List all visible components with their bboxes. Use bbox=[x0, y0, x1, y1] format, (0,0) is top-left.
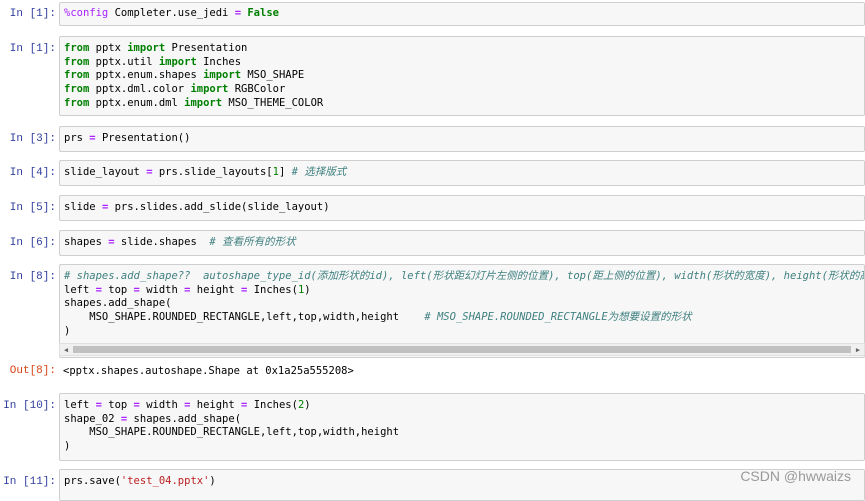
scroll-right-icon[interactable]: ▶ bbox=[852, 345, 864, 355]
horizontal-scrollbar[interactable]: ◀ ▶ bbox=[59, 343, 865, 356]
code-cell[interactable]: shapes = slide.shapes # 查看所有的形状 bbox=[59, 230, 865, 256]
code-cell[interactable]: from pptx import Presentation from pptx.… bbox=[59, 36, 865, 116]
code-cell[interactable]: %config Completer.use_jedi = False bbox=[59, 2, 865, 26]
output-text: <pptx.shapes.autoshape.Shape at 0x1a25a5… bbox=[63, 365, 354, 377]
code-cell[interactable]: left = top = width = height = Inches(2) … bbox=[59, 393, 865, 461]
cell-prompt: In [6]: bbox=[9, 237, 56, 249]
code-text: # shapes.add_shape?? autoshape_type_id(添… bbox=[64, 270, 865, 337]
cell-prompt: In [10]: bbox=[3, 400, 56, 412]
cell-prompt: In [11]: bbox=[3, 476, 56, 488]
code-text: %config Completer.use_jedi = False bbox=[64, 7, 279, 19]
cell-prompt: In [3]: bbox=[9, 133, 56, 145]
code-text: slide = prs.slides.add_slide(slide_layou… bbox=[64, 201, 330, 213]
code-text: from pptx import Presentation from pptx.… bbox=[64, 42, 324, 109]
cell-prompt: In [8]: bbox=[9, 271, 56, 283]
output-prompt: Out[8]: bbox=[9, 365, 56, 377]
code-text: prs = Presentation() bbox=[64, 132, 191, 144]
code-text: shapes = slide.shapes # 查看所有的形状 bbox=[64, 236, 296, 248]
code-cell[interactable]: slide = prs.slides.add_slide(slide_layou… bbox=[59, 195, 865, 221]
code-text: left = top = width = height = Inches(2) … bbox=[64, 399, 400, 453]
scroll-left-icon[interactable]: ◀ bbox=[60, 345, 72, 355]
scroll-thumb[interactable] bbox=[73, 346, 851, 353]
code-cell[interactable]: prs = Presentation() bbox=[59, 126, 865, 152]
cell-prompt: In [5]: bbox=[9, 202, 56, 214]
watermark: CSDN @hwwaizs bbox=[740, 468, 851, 484]
cell-prompt: In [1]: bbox=[9, 43, 56, 55]
cell-prompt: In [4]: bbox=[9, 167, 56, 179]
code-cell[interactable]: slide_layout = prs.slide_layouts[1] # 选择… bbox=[59, 160, 865, 186]
cell-prompt: In [1]: bbox=[9, 8, 56, 20]
code-text: slide_layout = prs.slide_layouts[1] # 选择… bbox=[64, 166, 347, 178]
